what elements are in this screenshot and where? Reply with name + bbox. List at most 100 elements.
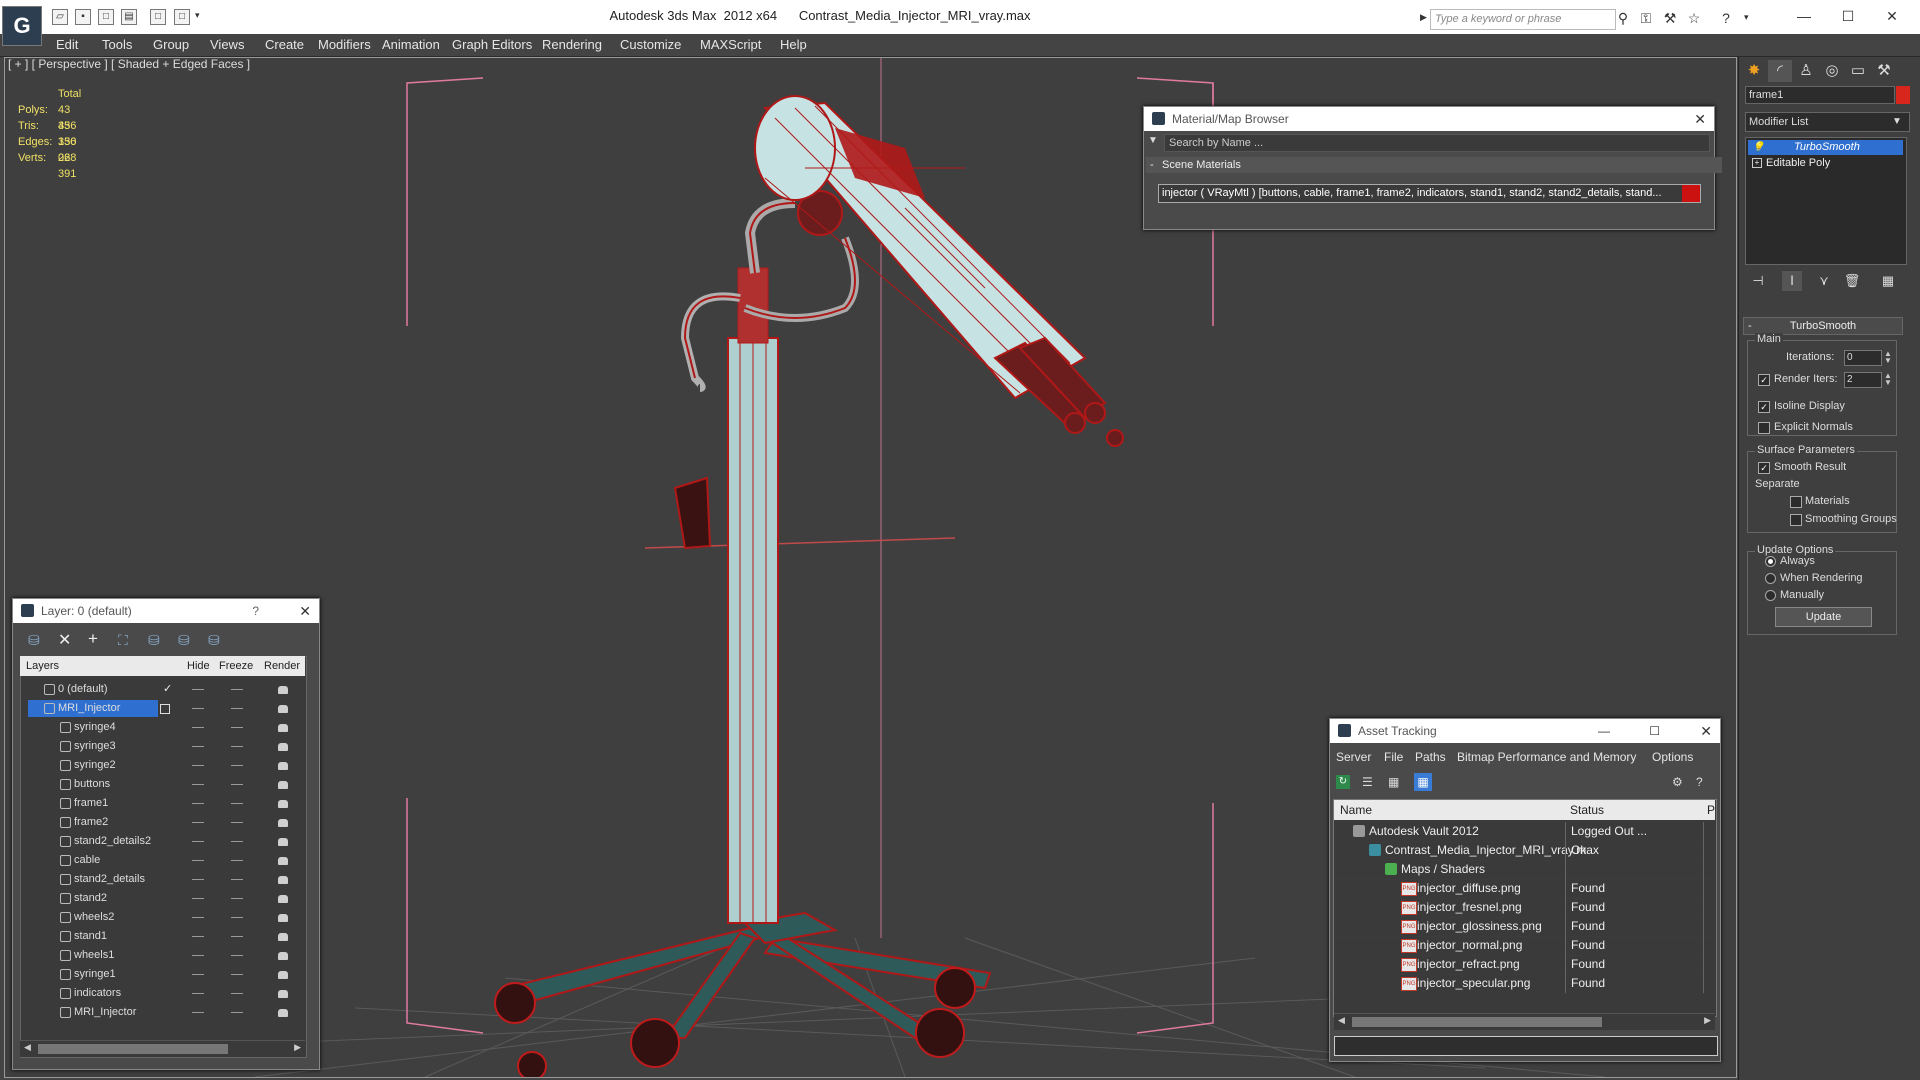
scroll-right-icon[interactable]: ▶ xyxy=(294,1042,301,1053)
freeze-toggle[interactable] xyxy=(231,898,243,899)
show-end-result-icon[interactable]: Ⅰ xyxy=(1782,271,1802,291)
asset-row[interactable]: Contrast_Media_Injector_MRI_vray.max Ok xyxy=(1335,841,1715,861)
freeze-toggle[interactable] xyxy=(231,936,243,937)
open-file-icon[interactable]: ▱ xyxy=(52,9,68,25)
explicit-normals-checkbox[interactable] xyxy=(1758,422,1770,434)
layer-object-row[interactable]: stand2_details xyxy=(24,870,301,889)
layer-object-row[interactable]: frame1 xyxy=(24,794,301,813)
freeze-toggle[interactable] xyxy=(231,784,243,785)
layer-object-row[interactable]: wheels2 xyxy=(24,908,301,927)
hide-toggle[interactable] xyxy=(192,784,204,785)
menu-create[interactable]: Create xyxy=(265,37,304,52)
path-column[interactable]: P xyxy=(1707,800,1715,820)
grid-view-icon[interactable]: ▦ xyxy=(1414,773,1432,791)
hide-toggle[interactable] xyxy=(192,993,204,994)
asset-tracking-titlebar[interactable]: Asset Tracking — ☐ ✕ xyxy=(1330,719,1720,743)
hide-toggle[interactable] xyxy=(192,879,204,880)
help-icon[interactable]: ? xyxy=(1718,10,1734,26)
when-rendering-radio[interactable] xyxy=(1765,573,1776,584)
close-icon[interactable]: ✕ xyxy=(299,599,311,623)
material-browser-titlebar[interactable]: Material/Map Browser ✕ xyxy=(1144,107,1714,131)
scroll-thumb[interactable] xyxy=(38,1044,228,1054)
layers-column[interactable]: Layers xyxy=(26,656,59,676)
menu-animation[interactable]: Animation xyxy=(382,37,440,52)
scroll-thumb[interactable] xyxy=(1352,1017,1602,1027)
utilities-tab-icon[interactable]: ⚒ xyxy=(1872,60,1896,82)
layer-manager-titlebar[interactable]: Layer: 0 (default) ? ✕ xyxy=(13,599,319,623)
maximize-button[interactable]: ☐ xyxy=(1826,4,1870,28)
lightbulb-icon[interactable]: 💡 xyxy=(1752,140,1764,155)
undo-icon[interactable]: □ xyxy=(150,9,166,25)
render-teapot-icon[interactable] xyxy=(278,705,288,713)
render-teapot-icon[interactable] xyxy=(278,857,288,865)
menu-edit[interactable]: Edit xyxy=(56,37,78,52)
layer-object-row[interactable]: indicators xyxy=(24,984,301,1003)
minimize-icon[interactable]: — xyxy=(1598,719,1610,743)
hide-toggle[interactable] xyxy=(192,955,204,956)
asset-row[interactable]: PNG injector_diffuse.png Found xyxy=(1335,879,1715,899)
render-teapot-icon[interactable] xyxy=(278,990,288,998)
layer-object-row[interactable]: syringe2 xyxy=(24,756,301,775)
motion-tab-icon[interactable]: ◎ xyxy=(1820,60,1844,82)
layer-object-row[interactable]: stand1 xyxy=(24,927,301,946)
add-to-layer-icon[interactable]: + xyxy=(88,629,98,649)
delete-layer-icon[interactable]: ✕ xyxy=(58,630,71,650)
hide-toggle[interactable] xyxy=(192,689,204,690)
minimize-button[interactable]: — xyxy=(1782,4,1826,28)
save-file-icon[interactable]: ▪ xyxy=(75,9,91,25)
freeze-toggle[interactable] xyxy=(231,860,243,861)
hide-toggle[interactable] xyxy=(192,803,204,804)
hide-toggle[interactable] xyxy=(192,746,204,747)
always-radio[interactable] xyxy=(1765,556,1776,567)
hide-toggle[interactable] xyxy=(192,917,204,918)
asset-row[interactable]: PNG injector_specular.png Found xyxy=(1335,974,1715,994)
hide-toggle[interactable] xyxy=(192,974,204,975)
asset-row[interactable]: PNG injector_refract.png Found xyxy=(1335,955,1715,975)
freeze-toggle[interactable] xyxy=(231,917,243,918)
menu-tools[interactable]: Tools xyxy=(102,37,132,52)
scroll-left-icon[interactable]: ◀ xyxy=(1338,1015,1345,1026)
viewport-label-menu[interactable]: [ + ] [ Perspective ] [ Shaded + Edged F… xyxy=(8,57,250,71)
asset-row[interactable]: Maps / Shaders xyxy=(1335,860,1715,880)
hide-all-layers-icon[interactable]: ⛁ xyxy=(178,632,190,649)
layer-object-row[interactable]: MRI_Injector xyxy=(24,1003,301,1022)
menu-customize[interactable]: Customize xyxy=(620,37,681,52)
asset-menu-paths[interactable]: Paths xyxy=(1415,750,1446,764)
menu-group[interactable]: Group xyxy=(153,37,189,52)
materials-checkbox[interactable] xyxy=(1790,496,1802,508)
render-teapot-icon[interactable] xyxy=(278,971,288,979)
render-teapot-icon[interactable] xyxy=(278,800,288,808)
freeze-toggle[interactable] xyxy=(231,765,243,766)
new-scene-icon[interactable]: □ xyxy=(98,9,114,25)
menu-graph-editors[interactable]: Graph Editors xyxy=(452,37,532,52)
asset-scrollbar[interactable]: ◀ ▶ xyxy=(1334,1013,1715,1030)
hide-toggle[interactable] xyxy=(192,860,204,861)
freeze-toggle[interactable] xyxy=(231,822,243,823)
configure-sets-icon[interactable]: ▦ xyxy=(1878,271,1898,291)
menu-views[interactable]: Views xyxy=(210,37,244,52)
name-column[interactable]: Name xyxy=(1340,800,1372,820)
remove-modifier-icon[interactable]: 🗑 xyxy=(1842,271,1862,291)
freeze-toggle[interactable] xyxy=(231,803,243,804)
hide-toggle[interactable] xyxy=(192,841,204,842)
asset-menu-file[interactable]: File xyxy=(1384,750,1403,764)
status-column[interactable]: Status xyxy=(1570,800,1604,820)
layer-row[interactable]: MRI_Injector xyxy=(24,699,301,718)
menu-modifiers[interactable]: Modifiers xyxy=(318,37,371,52)
hold-icon[interactable]: ▤ xyxy=(121,9,137,25)
render-teapot-icon[interactable] xyxy=(278,781,288,789)
close-icon[interactable]: ✕ xyxy=(1694,107,1706,131)
stack-item-turbosmooth[interactable]: 💡 TurboSmooth xyxy=(1748,140,1903,155)
expand-icon[interactable]: + xyxy=(1752,158,1762,168)
menu-rendering[interactable]: Rendering xyxy=(542,37,602,52)
asset-menu-options[interactable]: Options xyxy=(1652,750,1693,764)
scroll-left-icon[interactable]: ◀ xyxy=(24,1042,31,1053)
hide-column[interactable]: Hide xyxy=(187,656,210,676)
material-search-input[interactable]: Search by Name ... xyxy=(1164,134,1710,152)
freeze-toggle[interactable] xyxy=(231,993,243,994)
layer-object-row[interactable]: syringe3 xyxy=(24,737,301,756)
freeze-toggle[interactable] xyxy=(231,727,243,728)
render-teapot-icon[interactable] xyxy=(278,743,288,751)
freeze-toggle[interactable] xyxy=(231,955,243,956)
render-teapot-icon[interactable] xyxy=(278,724,288,732)
